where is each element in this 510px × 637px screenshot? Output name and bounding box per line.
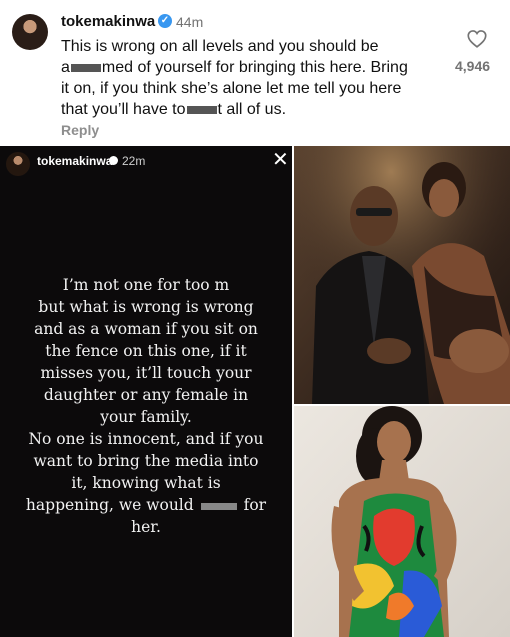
story-line: her.: [131, 518, 161, 536]
story-line: misses you, it’ll touch your: [40, 364, 252, 382]
story-line-end: for: [243, 496, 267, 514]
comment-line-4-end: t all of us.: [217, 101, 287, 118]
story-line: and as a woman if you sit on: [34, 320, 258, 338]
comment-line-2-start: a: [61, 59, 70, 76]
story-line: No one is innocent, and if you: [28, 430, 264, 448]
close-icon[interactable]: ✕: [272, 150, 289, 170]
avatar[interactable]: [12, 14, 48, 50]
story-line: happening, we would for: [12, 494, 280, 516]
like-count: 4,946: [455, 58, 491, 74]
instagram-story-screenshot: tokemakinwa 22m ✕ I’m not one for too m …: [0, 146, 292, 637]
story-line: the fence on this one, if it: [45, 342, 247, 360]
comment-line-3: it on, if you think she’s alone let me t…: [61, 80, 402, 97]
redaction-bar: [70, 63, 101, 72]
woman-photo: [294, 406, 510, 637]
redaction-bar: [186, 105, 217, 114]
comment-line-4-start: that you’ll have to: [61, 101, 186, 118]
story-username: tokemakinwa: [37, 154, 113, 168]
image-collage: tokemakinwa 22m ✕ I’m not one for too m …: [0, 146, 510, 637]
story-line: want to bring the media into: [33, 452, 259, 470]
comment-username[interactable]: tokemakinwa: [61, 13, 155, 30]
reply-button[interactable]: Reply: [61, 122, 99, 138]
redaction-bar: [200, 502, 237, 510]
story-avatar: [6, 152, 30, 176]
story-line: I’m not one for too m: [62, 276, 230, 294]
couple-photo: [294, 146, 510, 404]
story-line: it, knowing what is: [71, 474, 221, 492]
story-line: but what is wrong is wrong: [38, 298, 254, 316]
instagram-comment: tokemakinwa ✓ 44m This is wrong on all l…: [0, 0, 510, 146]
comment-time: 44m: [176, 14, 204, 30]
story-text: I’m not one for too m but what is wrong …: [0, 274, 292, 538]
story-line: daughter or any female in: [43, 386, 249, 404]
screenshot-collage: tokemakinwa ✓ 44m This is wrong on all l…: [0, 0, 510, 637]
story-line-start: happening, we would: [25, 496, 194, 514]
heart-outline-icon[interactable]: [466, 28, 488, 50]
verified-badge-icon: ✓: [158, 14, 172, 28]
verified-badge-icon: [109, 156, 118, 165]
comment-line-2-end: med of yourself for bringing this here. …: [101, 59, 408, 76]
comment-text: This is wrong on all levels and you shou…: [61, 36, 451, 120]
story-time: 22m: [122, 154, 146, 168]
comment-line-1: This is wrong on all levels and you shou…: [61, 38, 379, 55]
story-line: your family.: [100, 408, 192, 426]
